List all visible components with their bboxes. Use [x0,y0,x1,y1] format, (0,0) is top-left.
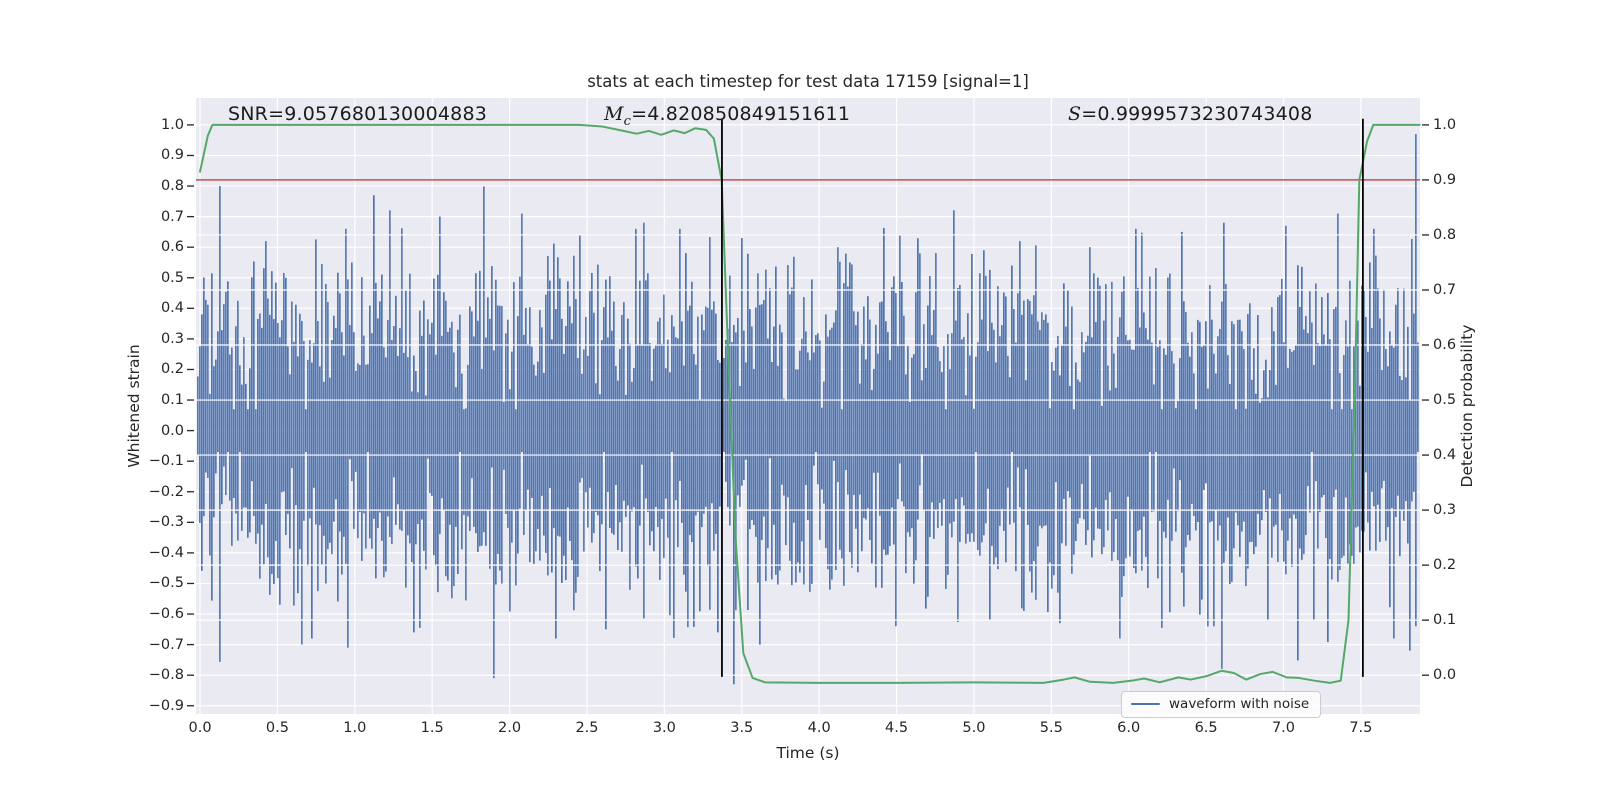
x-tick-label: 5.0 [962,720,986,736]
left-y-tick-label: 0.2 [160,361,184,378]
left-y-tick-label: −0.4 [148,544,184,561]
left-y-tick-label: −0.2 [148,483,184,500]
left-y-tick-label: 0.5 [160,269,184,286]
x-tick-label: 3.5 [730,720,754,736]
x-tick-label: 0.5 [265,720,289,736]
left-y-tick-label: 0.3 [160,330,184,347]
right-y-tick-label: 0.2 [1433,557,1457,574]
right-y-tick-label: 0.6 [1433,337,1457,353]
left-y-tick-label: 0.7 [160,208,184,225]
chart-title: stats at each timestep for test data 171… [587,72,1029,91]
left-y-axis-label: Whitened strain [125,344,143,468]
right-y-tick-label: 0.7 [1433,281,1457,298]
left-y-tick-label: −0.9 [148,697,184,714]
right-y-tick-label: 0.9 [1433,171,1457,188]
x-tick-label: 6.0 [1117,720,1141,736]
right-y-tick-label: 0.1 [1433,612,1457,629]
right-y-tick-label: 1.0 [1433,116,1457,133]
left-y-tick-label: 0.4 [160,300,184,317]
x-tick-label: 0.0 [188,720,212,736]
left-y-tick-label: 0.8 [160,178,184,195]
left-y-tick-label: −0.5 [148,575,184,592]
x-tick-label: 2.5 [575,720,599,736]
right-y-tick-label: 0.4 [1433,447,1457,464]
left-y-tick-label: −0.6 [148,606,184,623]
figure: stats at each timestep for test data 171… [0,0,1600,800]
annotation-chirp-mass: Mc=4.820850849151611 [604,103,850,129]
annotation-s-value: =0.9999573230743408 [1081,103,1313,125]
x-tick-label: 2.0 [498,720,522,736]
x-tick-label: 6.5 [1194,720,1218,736]
legend-line-sample [1131,702,1160,706]
x-tick-label: 7.5 [1349,720,1373,736]
annotation-mc-symbol: M [604,103,624,125]
x-tick-label: 7.0 [1271,720,1295,736]
left-y-tick-label: −0.7 [148,636,184,653]
left-y-tick-label: 0.9 [160,147,184,164]
x-tick-label: 4.5 [885,720,909,736]
annotation-significance: S=0.9999573230743408 [1068,103,1312,125]
left-y-tick-label: 0.1 [160,392,184,409]
left-y-tick-label: 1.0 [160,116,184,133]
annotation-s-symbol: S [1068,103,1082,125]
right-y-tick-label: 0.3 [1433,502,1457,519]
x-axis-label: Time (s) [776,744,840,762]
legend-label: waveform with noise [1169,696,1310,712]
right-y-tick-label: 0.0 [1433,667,1457,684]
right-y-tick-label: 0.8 [1433,226,1457,243]
annotation-snr: SNR=9.057680130004883 [228,103,488,125]
x-tick-label: 1.0 [343,720,367,736]
left-y-tick-label: 0.6 [160,239,184,256]
legend: waveform with noise [1121,691,1322,718]
annotation-mc-value: =4.820850849151611 [631,103,851,125]
x-tick-label: 3.0 [652,720,676,736]
x-tick-label: 1.5 [420,720,444,736]
x-tick-label: 4.0 [807,720,831,736]
left-y-tick-label: −0.8 [148,667,184,684]
right-y-tick-label: 0.5 [1433,392,1457,409]
right-y-axis-label: Detection probability [1458,324,1476,488]
left-y-tick-label: 0.0 [160,422,184,439]
left-y-tick-label: −0.1 [148,453,184,470]
left-y-tick-label: −0.3 [148,514,184,531]
x-tick-label: 5.5 [1039,720,1063,736]
